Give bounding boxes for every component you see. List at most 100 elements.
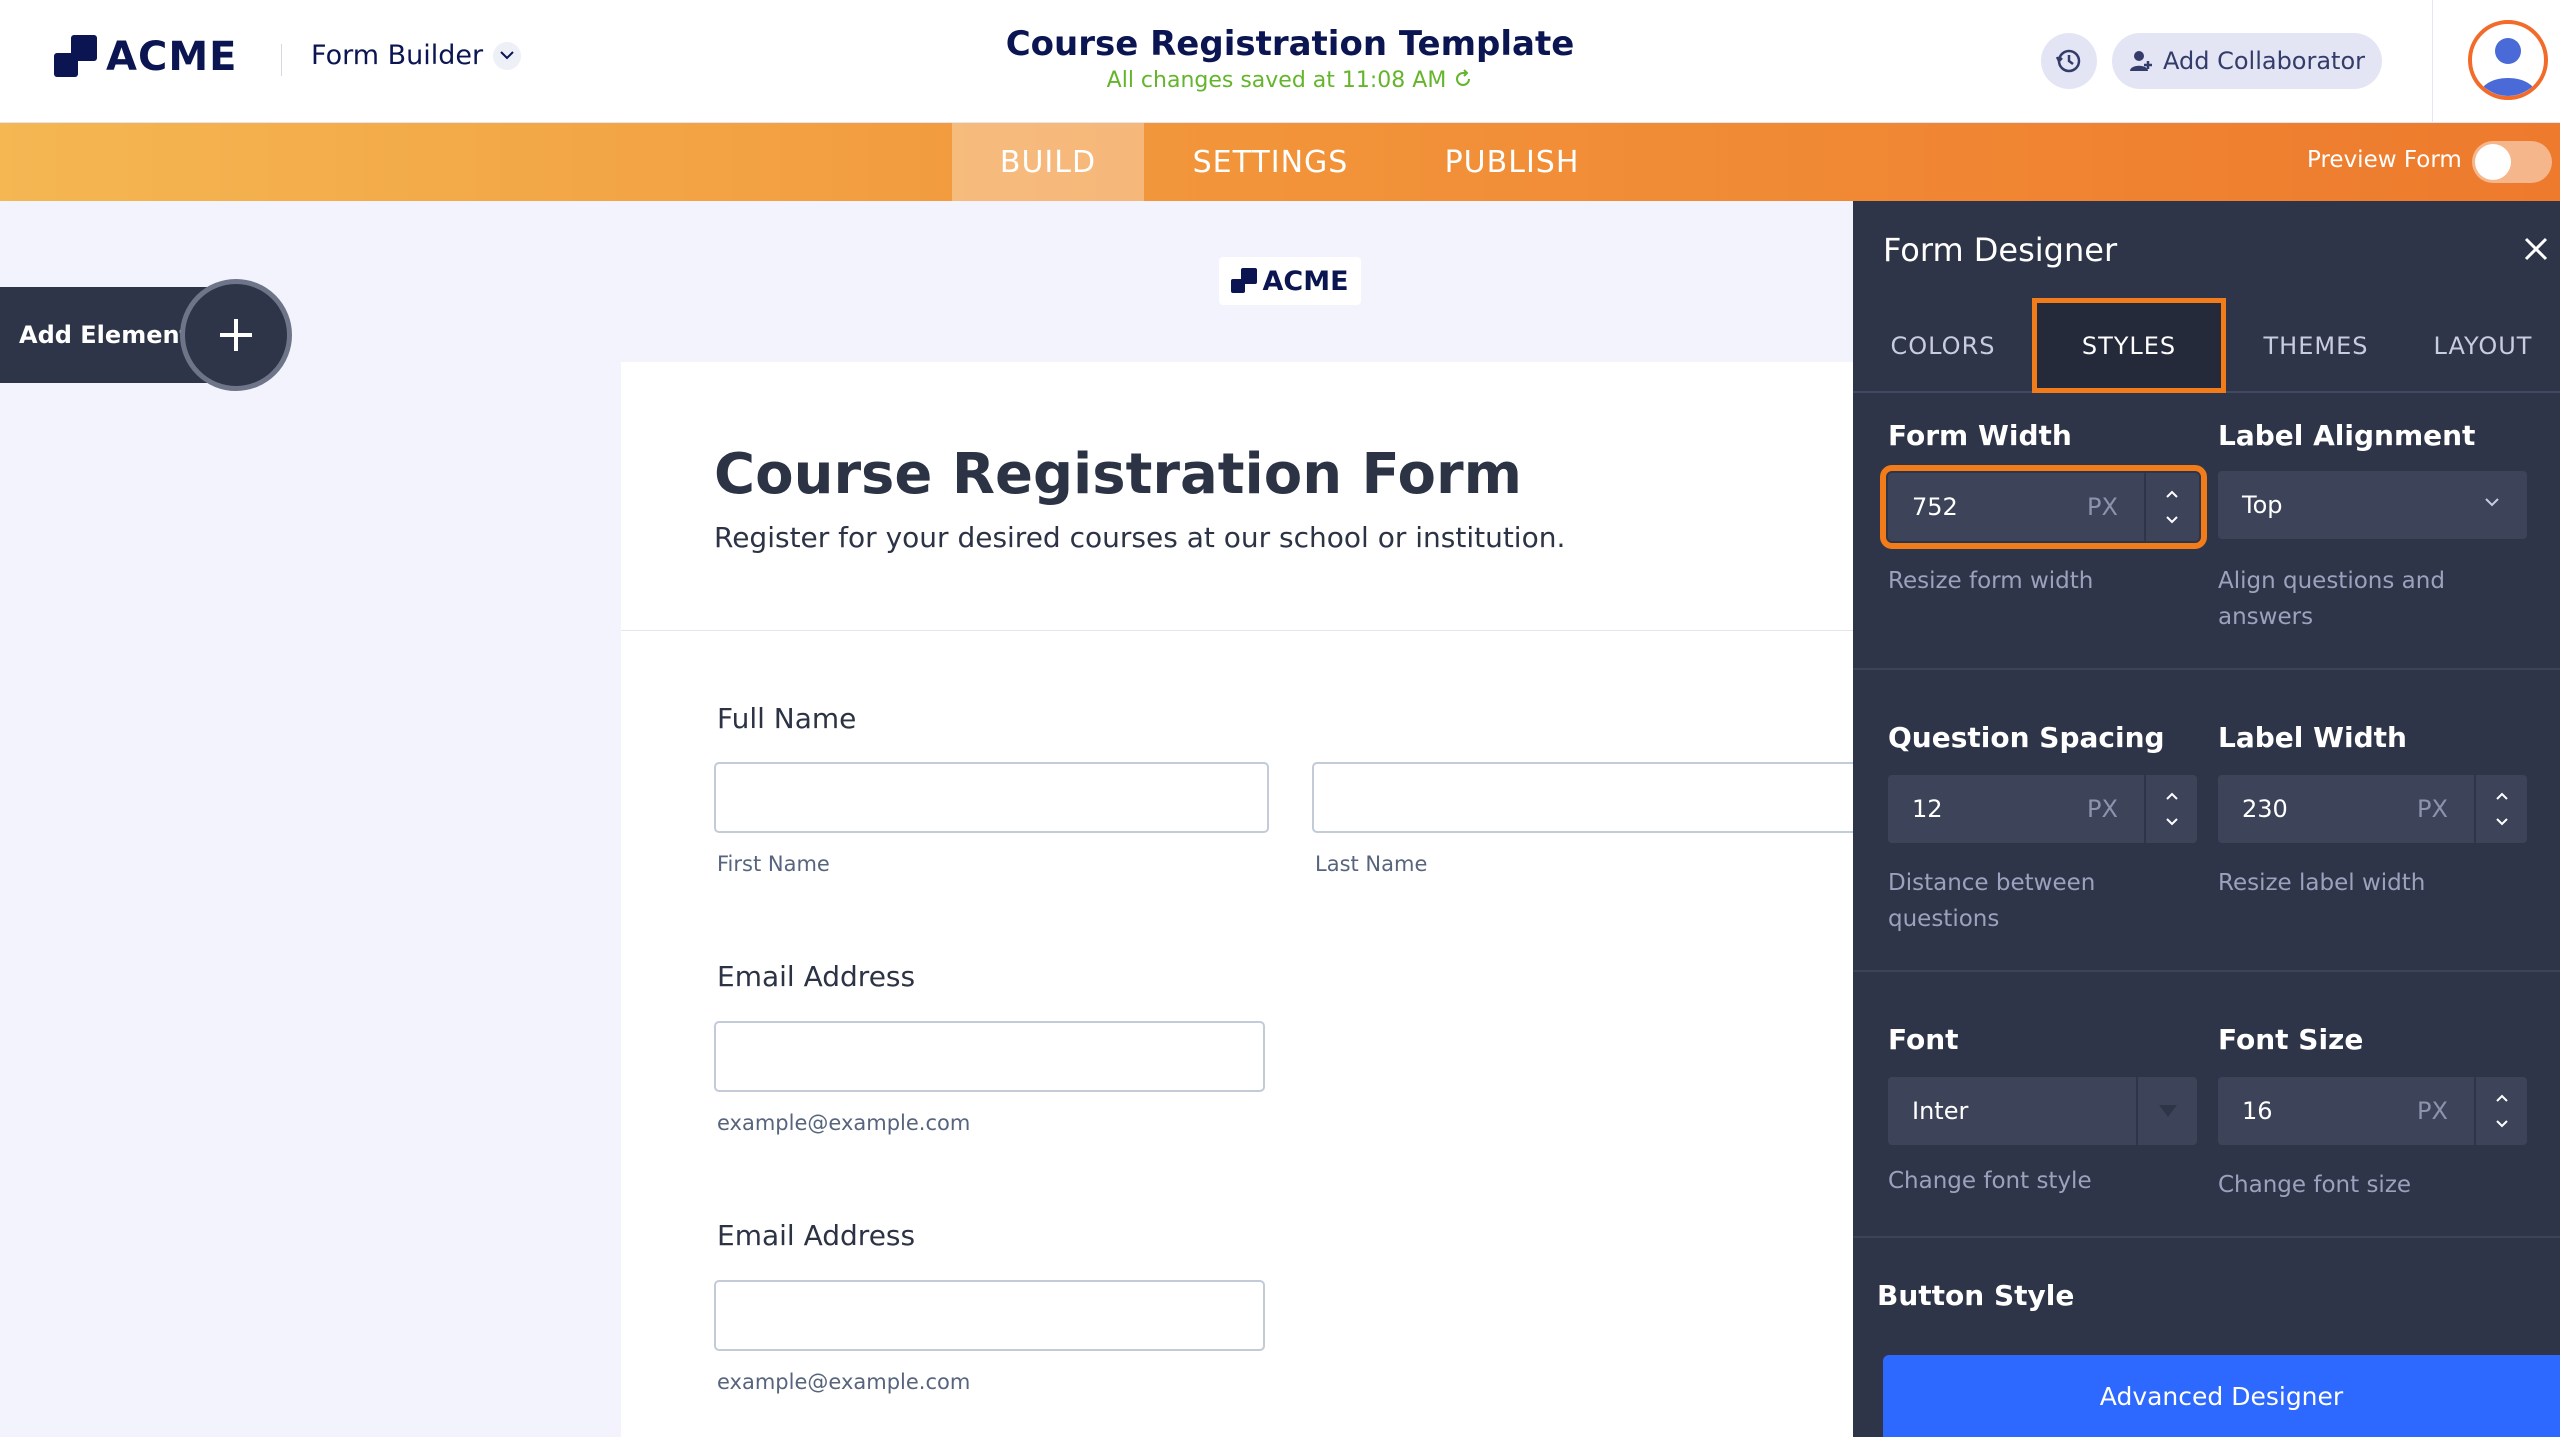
- email-sublabel-2: example@example.com: [717, 1370, 971, 1394]
- question-spacing-unit: PX: [2087, 795, 2118, 823]
- tab-styles[interactable]: STYLES: [2032, 298, 2226, 393]
- question-spacing-help: Distance between questions: [1888, 870, 2096, 932]
- caret-down-icon[interactable]: [2165, 817, 2178, 826]
- question-label-email-2[interactable]: Email Address: [717, 1219, 915, 1252]
- question-spacing-value: 12: [1912, 795, 1943, 823]
- font-size-input[interactable]: 16 PX: [2218, 1077, 2527, 1145]
- user-icon: [2480, 38, 2536, 96]
- advanced-designer-button[interactable]: Advanced Designer: [1883, 1355, 2560, 1437]
- question-label-email[interactable]: Email Address: [717, 960, 915, 993]
- caret-down-icon[interactable]: [2165, 515, 2178, 524]
- form-width-stepper[interactable]: [2144, 473, 2197, 541]
- form-heading[interactable]: Course Registration Form: [714, 442, 1522, 507]
- label-alignment-label: Label Alignment: [2218, 419, 2476, 452]
- label-alignment-help: Align questions and answers: [2218, 568, 2445, 630]
- form-builder-menu[interactable]: Form Builder: [311, 40, 522, 71]
- builder-nav: BUILD SETTINGS PUBLISH Preview Form: [0, 123, 2560, 201]
- header-divider: [281, 44, 282, 76]
- font-size-stepper[interactable]: [2474, 1077, 2527, 1145]
- header-separator: [2432, 0, 2433, 123]
- caret-up-icon[interactable]: [2165, 792, 2178, 801]
- toggle-knob: [2475, 144, 2511, 180]
- refresh-icon: [1453, 68, 1473, 93]
- form-width-value: 752: [1912, 493, 1958, 521]
- form-logo-mark-icon: [1231, 268, 1259, 294]
- form-logo-text: ACME: [1262, 265, 1349, 297]
- label-alignment-value: Top: [2242, 491, 2283, 519]
- top-header: ACME Form Builder Course Registration Te…: [0, 0, 2560, 123]
- form-card: Course Registration Form Register for yo…: [621, 362, 1872, 1437]
- caret-up-icon[interactable]: [2495, 792, 2508, 801]
- tab-settings[interactable]: SETTINGS: [1144, 123, 1397, 201]
- label-width-unit: PX: [2417, 795, 2448, 823]
- form-designer-panel: Form Designer COLORS STYLES THEMES LAYOU…: [1853, 201, 2560, 1437]
- add-element-button[interactable]: Add Element: [0, 279, 292, 391]
- form-width-input[interactable]: 752 PX: [1880, 465, 2207, 549]
- font-size-help: Change font size: [2218, 1172, 2412, 1198]
- save-status-text: All changes saved at 11:08 AM: [1106, 68, 1447, 93]
- first-name-input[interactable]: [714, 762, 1269, 833]
- button-style-label: Button Style: [1877, 1279, 2075, 1312]
- caret-down-icon[interactable]: [2495, 1119, 2508, 1128]
- designer-tabs: COLORS STYLES THEMES LAYOUT: [1853, 298, 2560, 393]
- save-status: All changes saved at 11:08 AM: [880, 68, 1700, 93]
- last-name-input[interactable]: [1312, 762, 1872, 833]
- history-button[interactable]: [2041, 33, 2097, 89]
- form-template-title[interactable]: Course Registration Template: [880, 24, 1700, 64]
- preview-form-label: Preview Form: [2307, 147, 2462, 173]
- font-label: Font: [1888, 1023, 1959, 1056]
- label-width-label: Label Width: [2218, 721, 2407, 754]
- acme-logo[interactable]: ACME: [54, 34, 237, 80]
- plus-icon[interactable]: [180, 279, 292, 391]
- add-element-label: Add Element: [19, 321, 192, 349]
- history-icon: [2055, 49, 2081, 73]
- form-divider: [621, 630, 1856, 631]
- logo-text: ACME: [106, 34, 238, 80]
- add-collaborator-button[interactable]: Add Collaborator: [2112, 33, 2382, 89]
- form-width-unit: PX: [2087, 493, 2118, 521]
- form-builder-label: Form Builder: [311, 40, 484, 71]
- dropdown-arrow-icon[interactable]: [2136, 1077, 2197, 1145]
- font-size-label: Font Size: [2218, 1023, 2364, 1056]
- font-select[interactable]: Inter: [1888, 1077, 2197, 1145]
- tab-themes[interactable]: THEMES: [2226, 298, 2406, 393]
- first-name-sublabel: First Name: [717, 852, 830, 876]
- tab-build[interactable]: BUILD: [952, 123, 1144, 201]
- logo-mark-icon: [54, 35, 100, 79]
- tab-publish[interactable]: PUBLISH: [1397, 123, 1627, 201]
- email-input-2[interactable]: [714, 1280, 1265, 1351]
- question-spacing-stepper[interactable]: [2144, 775, 2197, 843]
- email-input[interactable]: [714, 1021, 1265, 1092]
- panel-title: Form Designer: [1883, 231, 2118, 269]
- section-divider: [1853, 668, 2560, 670]
- tab-layout[interactable]: LAYOUT: [2406, 298, 2560, 393]
- caret-up-icon[interactable]: [2495, 1094, 2508, 1103]
- preview-form-toggle[interactable]: [2472, 141, 2552, 183]
- close-icon[interactable]: [2523, 236, 2549, 262]
- form-width-help: Resize form width: [1888, 568, 2094, 594]
- add-user-icon: [2129, 51, 2152, 71]
- caret-up-icon[interactable]: [2165, 490, 2178, 499]
- form-description[interactable]: Register for your desired courses at our…: [714, 521, 1565, 554]
- chevron-down-icon: [2485, 498, 2499, 507]
- tab-colors[interactable]: COLORS: [1853, 298, 2033, 393]
- form-title-block: Course Registration Template All changes…: [880, 24, 1700, 93]
- user-avatar[interactable]: [2468, 20, 2548, 100]
- font-value: Inter: [1912, 1097, 1969, 1125]
- question-spacing-label: Question Spacing: [1888, 721, 2165, 754]
- label-alignment-select[interactable]: Top: [2218, 471, 2527, 539]
- form-logo[interactable]: ACME: [1219, 257, 1361, 305]
- chevron-down-icon: [493, 41, 522, 70]
- font-size-value: 16: [2242, 1097, 2273, 1125]
- font-size-unit: PX: [2417, 1097, 2448, 1125]
- email-sublabel: example@example.com: [717, 1111, 971, 1135]
- question-label-full-name[interactable]: Full Name: [717, 702, 856, 735]
- label-width-input[interactable]: 230 PX: [2218, 775, 2527, 843]
- label-width-value: 230: [2242, 795, 2288, 823]
- label-width-help: Resize label width: [2218, 870, 2426, 896]
- caret-down-icon[interactable]: [2495, 817, 2508, 826]
- question-spacing-input[interactable]: 12 PX: [1888, 775, 2197, 843]
- section-divider: [1853, 970, 2560, 972]
- section-divider: [1853, 1236, 2560, 1238]
- label-width-stepper[interactable]: [2474, 775, 2527, 843]
